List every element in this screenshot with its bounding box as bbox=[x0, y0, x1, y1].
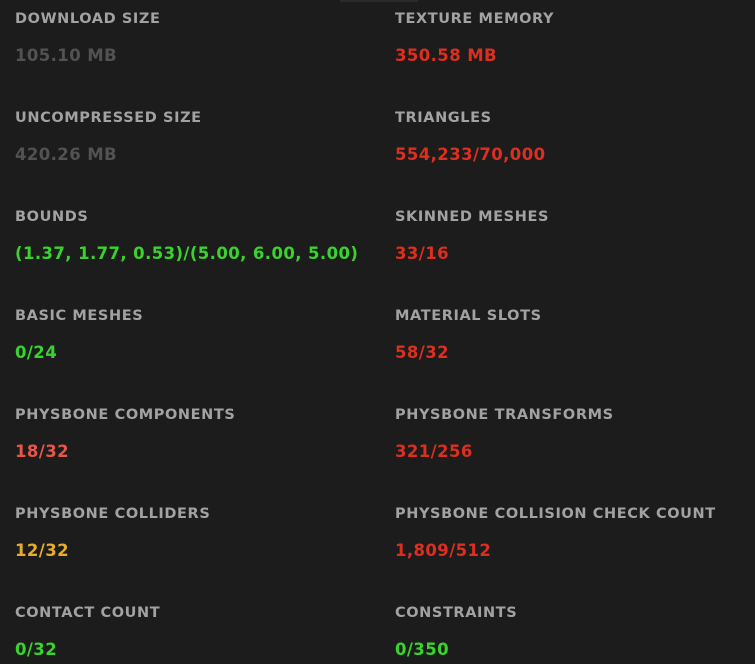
stat-label: UNCOMPRESSED SIZE bbox=[15, 110, 202, 126]
stat-label: SKINNED MESHES bbox=[395, 209, 549, 225]
performance-stats-panel: DOWNLOAD SIZE 105.10 MB TEXTURE MEMORY 3… bbox=[0, 0, 755, 664]
stat-value: 12/32 bbox=[15, 541, 69, 560]
stat-label: PHYSBONE TRANSFORMS bbox=[395, 407, 614, 423]
stat-value: 321/256 bbox=[395, 442, 473, 461]
stat-physbone-components: PHYSBONE COMPONENTS 18/32 bbox=[0, 396, 377, 495]
stat-row-basic-material: BASIC MESHES 0/24 MATERIAL SLOTS 58/32 bbox=[0, 297, 755, 396]
stat-download-size: DOWNLOAD SIZE 105.10 MB bbox=[0, 0, 377, 99]
stat-contact-count: CONTACT COUNT 0/32 bbox=[0, 594, 377, 664]
stat-label: PHYSBONE COLLIDERS bbox=[15, 506, 211, 522]
stat-value: 0/24 bbox=[15, 343, 58, 362]
stat-value: 0/350 bbox=[395, 640, 449, 659]
stat-row-bounds-skinned: BOUNDS (1.37, 1.77, 0.53)/(5.00, 6.00, 5… bbox=[0, 198, 755, 297]
stat-label: TEXTURE MEMORY bbox=[395, 11, 555, 27]
stat-value: 105.10 MB bbox=[15, 46, 118, 65]
stat-value: 33/16 bbox=[395, 244, 449, 263]
stat-value: 554,233/70,000 bbox=[395, 145, 546, 164]
stat-value: 18/32 bbox=[15, 442, 69, 461]
stat-row-physbone-components-transforms: PHYSBONE COMPONENTS 18/32 PHYSBONE TRANS… bbox=[0, 396, 755, 495]
stat-physbone-colliders: PHYSBONE COLLIDERS 12/32 bbox=[0, 495, 377, 594]
stat-physbone-transforms: PHYSBONE TRANSFORMS 321/256 bbox=[377, 396, 755, 495]
stat-label: TRIANGLES bbox=[395, 110, 492, 126]
stat-uncompressed-size: UNCOMPRESSED SIZE 420.26 MB bbox=[0, 99, 377, 198]
stat-value: (1.37, 1.77, 0.53)/(5.00, 6.00, 5.00) bbox=[15, 244, 359, 263]
stat-label: PHYSBONE COLLISION CHECK COUNT bbox=[395, 506, 716, 522]
stat-value: 420.26 MB bbox=[15, 145, 118, 164]
stat-texture-memory: TEXTURE MEMORY 350.58 MB bbox=[377, 0, 755, 99]
stat-skinned-meshes: SKINNED MESHES 33/16 bbox=[377, 198, 755, 297]
stat-value: 58/32 bbox=[395, 343, 449, 362]
stat-value: 0/32 bbox=[15, 640, 58, 659]
stat-basic-meshes: BASIC MESHES 0/24 bbox=[0, 297, 377, 396]
stat-label: DOWNLOAD SIZE bbox=[15, 11, 161, 27]
stat-label: CONTACT COUNT bbox=[15, 605, 161, 621]
stat-row-uncompressed-triangles: UNCOMPRESSED SIZE 420.26 MB TRIANGLES 55… bbox=[0, 99, 755, 198]
stat-row-physbone-colliders-checks: PHYSBONE COLLIDERS 12/32 PHYSBONE COLLIS… bbox=[0, 495, 755, 594]
stat-label: BOUNDS bbox=[15, 209, 89, 225]
stat-label: PHYSBONE COMPONENTS bbox=[15, 407, 236, 423]
stat-label: BASIC MESHES bbox=[15, 308, 144, 324]
stat-label: MATERIAL SLOTS bbox=[395, 308, 542, 324]
stat-row-download-texture: DOWNLOAD SIZE 105.10 MB TEXTURE MEMORY 3… bbox=[0, 0, 755, 99]
stat-physbone-collision-check-count: PHYSBONE COLLISION CHECK COUNT 1,809/512 bbox=[377, 495, 755, 594]
stat-bounds: BOUNDS (1.37, 1.77, 0.53)/(5.00, 6.00, 5… bbox=[0, 198, 377, 297]
stat-value: 1,809/512 bbox=[395, 541, 492, 560]
stat-constraints: CONSTRAINTS 0/350 bbox=[377, 594, 755, 664]
stat-triangles: TRIANGLES 554,233/70,000 bbox=[377, 99, 755, 198]
stat-material-slots: MATERIAL SLOTS 58/32 bbox=[377, 297, 755, 396]
stat-row-contact-constraints: CONTACT COUNT 0/32 CONSTRAINTS 0/350 bbox=[0, 594, 755, 664]
stat-value: 350.58 MB bbox=[395, 46, 498, 65]
stat-label: CONSTRAINTS bbox=[395, 605, 518, 621]
